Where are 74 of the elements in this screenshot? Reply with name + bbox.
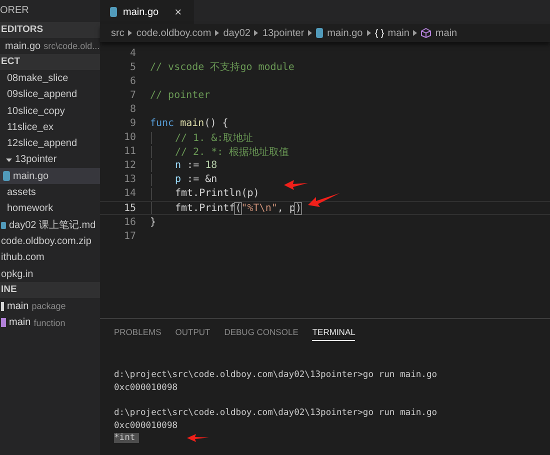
sidebar-title: ORER (0, 4, 30, 18)
folder-item[interactable]: homework (0, 200, 100, 217)
code-line: // pointer (150, 90, 210, 101)
line-number: 17 (122, 230, 136, 242)
panel-tab[interactable]: OUTPUT (175, 327, 210, 341)
code-line: fmt.Println(p) (175, 188, 260, 200)
code-line: func main() { (150, 118, 228, 130)
breadcrumb-item[interactable]: main (435, 28, 458, 38)
breadcrumb-item[interactable]: 13pointer (262, 28, 304, 38)
file-item[interactable]: main.go (0, 168, 100, 184)
line-number: 15 (122, 202, 136, 214)
panel-tab[interactable]: DEBUG CONSOLE (224, 327, 298, 341)
file-icon (110, 7, 117, 17)
braces-icon (374, 28, 384, 38)
terminal-line: 0xc000010098 (114, 420, 178, 431)
folder-item[interactable]: 10slice_copy (0, 102, 100, 120)
editor-tab[interactable]: main.go × (100, 0, 194, 24)
section-header[interactable]: ECT (0, 54, 100, 70)
section-header[interactable]: EDITORS (0, 22, 100, 38)
chevron-icon (215, 30, 220, 36)
line-number: 8 (128, 104, 136, 115)
terminal-line: 0xc000010098 (114, 382, 178, 393)
outline-item[interactable]: main function (0, 314, 100, 331)
line-number: 6 (128, 76, 136, 87)
code-line: // vscode 不支持go module (150, 60, 294, 74)
code-line: // 2. *: 根据地址取值 (175, 146, 290, 159)
folder-item[interactable]: 08make_slice (0, 70, 100, 87)
chevron-icon (366, 30, 371, 36)
line-number: 10 (122, 132, 136, 144)
line-number: 16 (122, 216, 136, 228)
line-number: 9 (128, 118, 136, 130)
arrow-icon (284, 180, 308, 190)
chevron-icon (254, 30, 258, 36)
file-icon (316, 28, 324, 38)
breadcrumb-item[interactable]: code.oldboy.com (136, 28, 212, 38)
file-item[interactable]: ithub.com (0, 250, 100, 266)
outline-item[interactable]: main package (0, 298, 100, 314)
line-number: 11 (122, 146, 136, 158)
folder-item[interactable]: 12slice_append (0, 135, 100, 152)
folder-item[interactable]: assets (0, 184, 100, 201)
folder-item[interactable]: 11slice_ex (0, 119, 100, 136)
file-icon (3, 171, 10, 182)
breadcrumb-item[interactable]: main (388, 28, 410, 38)
folder-item[interactable]: 13pointer (0, 152, 100, 168)
line-number: 12 (122, 160, 136, 172)
breadcrumb-item[interactable]: day02 (223, 28, 250, 38)
code-line: // 1. &:取地址 (175, 132, 254, 145)
file-item[interactable]: opkg.in (0, 266, 100, 282)
arrow-icon (308, 193, 340, 207)
chevron-icon (6, 156, 12, 163)
line-number: 14 (122, 188, 136, 200)
line-number: 4 (128, 48, 136, 59)
panel-tab[interactable]: PROBLEMS (114, 327, 162, 341)
line-number: 13 (122, 174, 136, 186)
section-header[interactable]: INE (0, 282, 100, 298)
panel-tab[interactable]: TERMINAL (312, 327, 356, 341)
terminal-line: d:\project\src\code.oldboy.com\day02\13pointer>go run main.go (114, 408, 438, 418)
folder-item[interactable]: 09slice_append (0, 86, 100, 103)
open-editor-item[interactable]: main.go src\code.old... (0, 38, 100, 54)
code-line: n := 18 (175, 160, 218, 172)
arrow-icon (187, 434, 210, 442)
chevron-icon (413, 30, 418, 36)
breadcrumb-item[interactable]: src (111, 28, 124, 38)
line-number: 7 (128, 90, 136, 101)
chevron-icon (308, 30, 312, 36)
file-item[interactable]: day02 课上笔记.md (0, 216, 100, 234)
line-number: 5 (128, 62, 136, 73)
file-item[interactable]: code.oldboy.com.zip (0, 233, 100, 250)
code-line: p := &n (175, 174, 218, 186)
breadcrumb-item[interactable]: main.go (327, 28, 363, 38)
terminal-line: d:\project\src\code.oldboy.com\day02\13pointer>go run main.go (114, 370, 438, 380)
chevron-icon (128, 30, 132, 36)
close-icon[interactable]: × (174, 5, 182, 19)
code-line: } (150, 216, 156, 228)
